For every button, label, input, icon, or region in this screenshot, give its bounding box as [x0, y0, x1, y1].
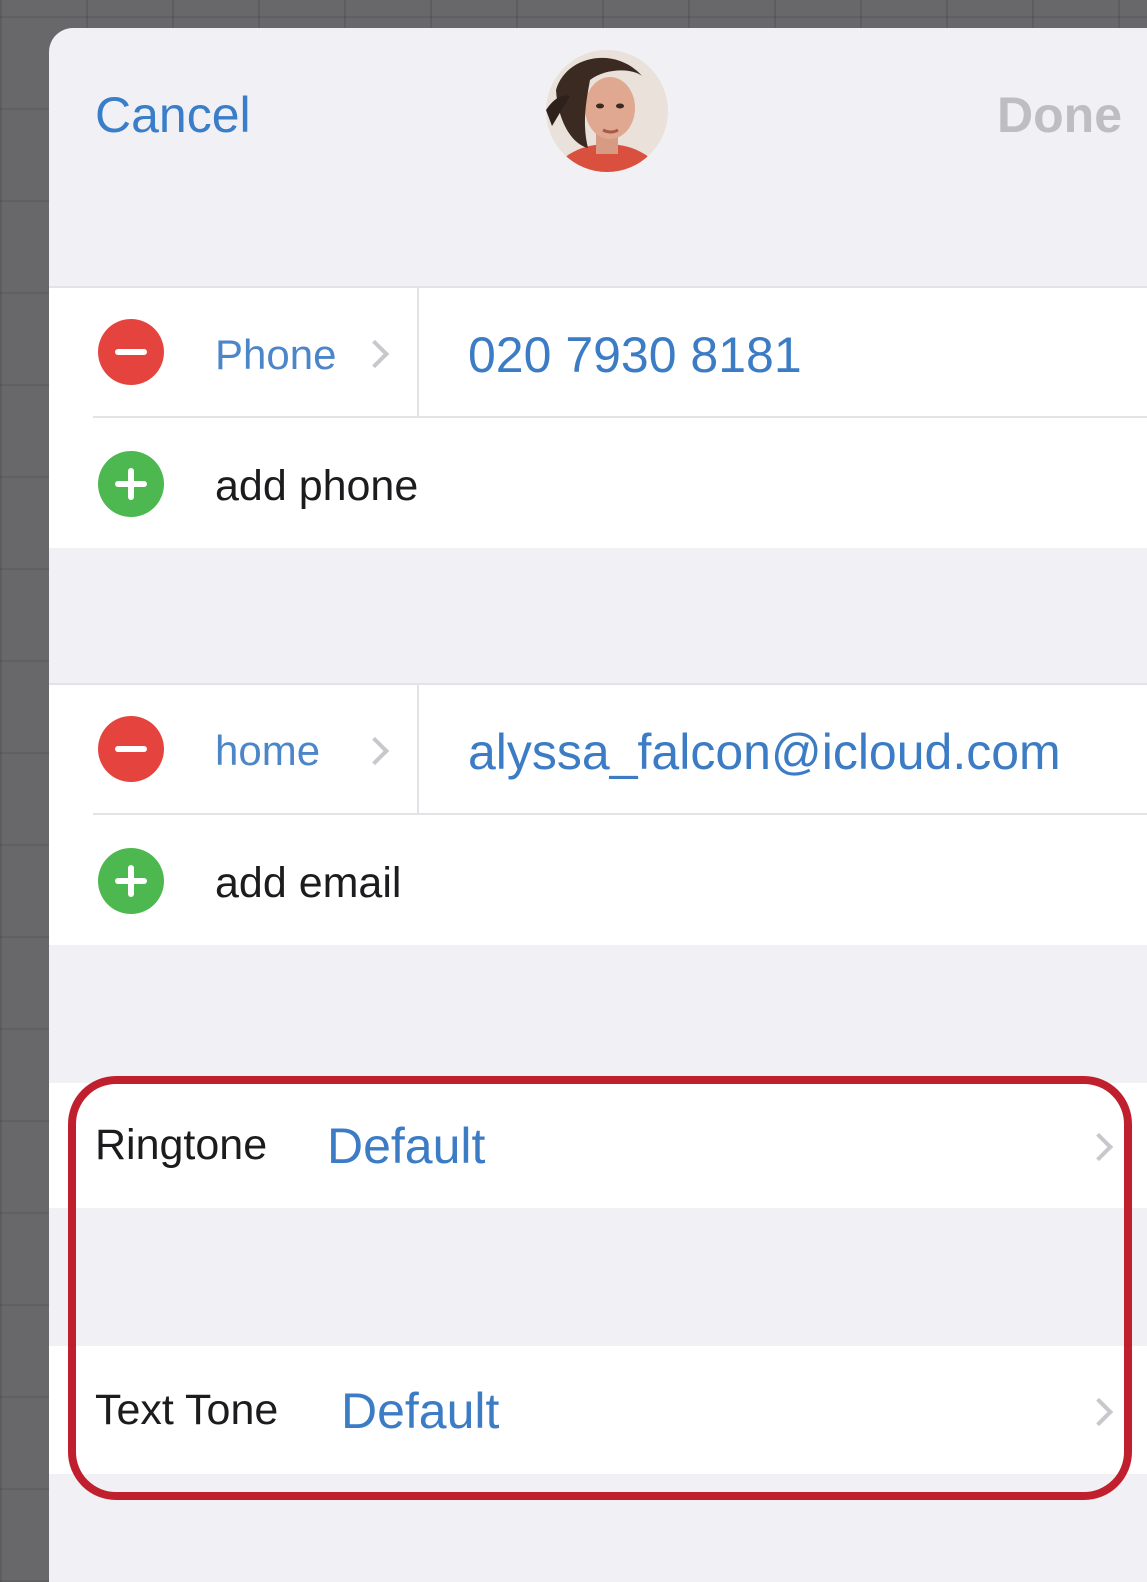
text-tone-value: Default: [341, 1383, 500, 1439]
avatar-photo: [546, 50, 668, 172]
text-tone-row[interactable]: Text Tone Default: [49, 1346, 1147, 1474]
divider: [49, 286, 1147, 288]
done-button[interactable]: Done: [997, 86, 1122, 144]
avatar[interactable]: [546, 50, 668, 172]
ringtone-label: Ringtone: [95, 1121, 268, 1169]
add-phone-label[interactable]: add phone: [215, 462, 418, 511]
add-circle-icon[interactable]: [98, 848, 164, 914]
remove-circle-icon[interactable]: [98, 716, 164, 782]
phone-label[interactable]: Phone: [215, 331, 336, 379]
divider: [93, 813, 1147, 815]
email-field[interactable]: alyssa_falcon@icloud.com: [468, 723, 1061, 781]
phone-number-field[interactable]: 020 7930 8181: [468, 326, 802, 384]
divider: [93, 416, 1147, 418]
divider: [49, 683, 1147, 685]
remove-circle-icon[interactable]: [98, 319, 164, 385]
chevron-right-icon: [1084, 1397, 1114, 1427]
chevron-right-icon: [360, 339, 390, 369]
add-email-label[interactable]: add email: [215, 859, 401, 908]
phone-group: Phone 020 7930 8181 add phone: [49, 286, 1147, 548]
edit-contact-sheet: Cancel Done Phone 020 7930 8181 add phon…: [49, 28, 1147, 1582]
ringtone-value: Default: [327, 1118, 486, 1174]
email-label[interactable]: home: [215, 727, 320, 775]
divider: [417, 683, 419, 814]
text-tone-label: Text Tone: [95, 1386, 279, 1434]
divider: [417, 286, 419, 417]
chevron-right-icon: [360, 736, 390, 766]
cancel-button[interactable]: Cancel: [95, 86, 251, 144]
email-group: home alyssa_falcon@icloud.com add email: [49, 683, 1147, 945]
add-circle-icon[interactable]: [98, 451, 164, 517]
ringtone-row[interactable]: Ringtone Default: [49, 1083, 1147, 1208]
chevron-right-icon: [1084, 1132, 1114, 1162]
